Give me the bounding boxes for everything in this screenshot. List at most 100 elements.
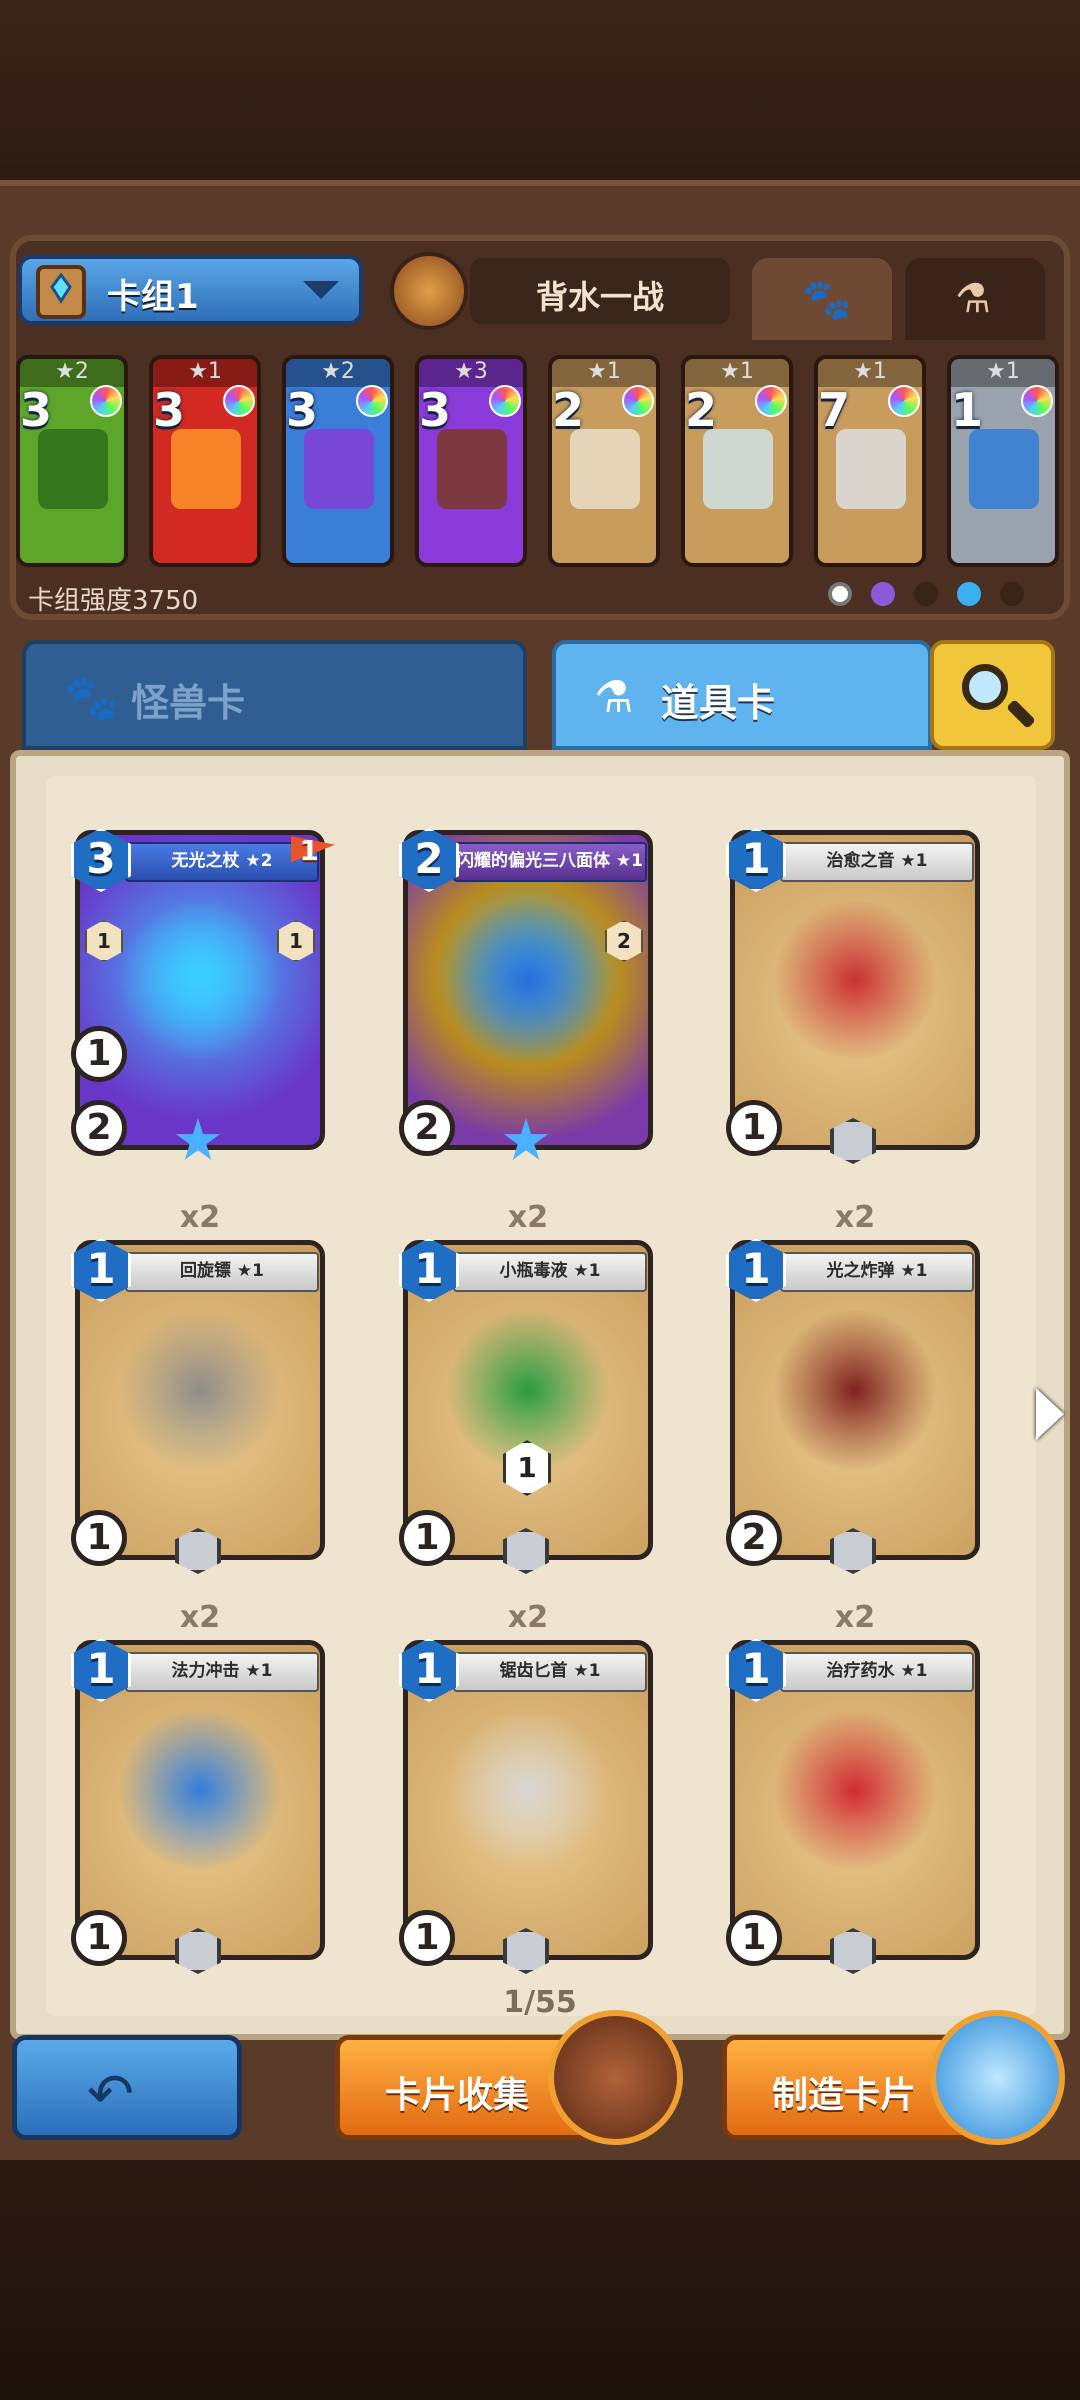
deck-card[interactable]: ★2 3 [16, 355, 128, 567]
card-cost: 2 [414, 834, 444, 883]
tab-monster-filter[interactable]: 🐾 [752, 258, 892, 340]
neutral-element-icon[interactable] [828, 582, 852, 606]
fire-element-icon[interactable] [1000, 582, 1025, 606]
item-card[interactable]: x2 光之炸弹 ★1 1 2 [726, 1200, 980, 1574]
item-card[interactable]: x2 法力冲击 ★1 1 1 [71, 1600, 325, 1974]
card-art [120, 1710, 280, 1870]
deck-card[interactable]: ★1 2 [681, 355, 793, 567]
card-title: 锯齿匕首 ★1 [453, 1652, 647, 1692]
card-cost: 1 [414, 1244, 444, 1293]
deck-card[interactable]: ★1 3 [149, 355, 261, 567]
water-element-icon[interactable] [957, 582, 982, 606]
card-stat: 2 [726, 1510, 782, 1566]
hero-name: 背水一战 [535, 278, 664, 316]
card-art [120, 900, 280, 1060]
rainbow-gem-icon [489, 385, 521, 417]
card-art [437, 429, 507, 509]
item-card[interactable]: x2 回旋镖 ★1 1 1 [71, 1200, 325, 1574]
tab-monster-label: 怪兽卡 [131, 681, 246, 725]
card-art [171, 429, 241, 509]
nature-element-icon[interactable] [914, 582, 939, 606]
flag-count: 1 [299, 834, 319, 867]
card-cost: 3 [86, 834, 116, 883]
item-card[interactable]: 无光之杖 ★2 3 1 2 1 1 1 [71, 828, 335, 1160]
card-art [703, 429, 773, 509]
craft-jar-icon[interactable] [930, 2010, 1065, 2145]
back-arrow-icon: ↶ [87, 2062, 134, 2127]
card-art [969, 429, 1039, 509]
card-title: 治疗药水 ★1 [780, 1652, 974, 1692]
flask-icon: ⚗ [594, 672, 634, 723]
deck-card[interactable]: ★1 7 [814, 355, 926, 567]
card-stat: 1 [399, 1910, 455, 1966]
element-filter-icons [828, 582, 1058, 616]
search-icon [962, 664, 1008, 710]
item-card[interactable]: x2 锯齿匕首 ★1 1 1 [399, 1600, 653, 1974]
card-title: 小瓶毒液 ★1 [453, 1252, 647, 1292]
card-cost: 1 [86, 1244, 116, 1293]
craft-card-label: 制造卡片 [772, 2075, 917, 2116]
flask-icon: ⚗ [955, 276, 991, 322]
card-art [570, 429, 640, 509]
card-art [38, 429, 108, 509]
item-card[interactable]: x2 小瓶毒液 ★1 1 1 1 [399, 1200, 653, 1574]
tab-item-filter[interactable]: ⚗ [905, 258, 1045, 340]
card-stat: 2 [399, 1100, 455, 1156]
card-title: 回旋镖 ★1 [125, 1252, 319, 1292]
card-cost: 1 [741, 834, 771, 883]
card-cost: 1 [741, 1244, 771, 1293]
deck-card[interactable]: ★2 3 [282, 355, 394, 567]
chevron-down-icon [303, 281, 339, 299]
card-stat: 1 [726, 1100, 782, 1156]
card-quantity: x2 [834, 1200, 876, 1235]
deck-card[interactable]: ★3 3 [415, 355, 527, 567]
item-card[interactable]: x2 治疗药水 ★1 1 1 [726, 1600, 980, 1974]
card-art [448, 1710, 608, 1870]
card-quantity: x2 [507, 1200, 549, 1235]
card-book-icon[interactable] [548, 2010, 683, 2145]
next-page-icon[interactable] [1036, 1388, 1064, 1440]
paw-icon: 🐾 [64, 673, 119, 724]
rainbow-gem-icon [755, 385, 787, 417]
card-art [775, 900, 935, 1060]
deck-selector[interactable]: 卡组1 [18, 255, 363, 325]
card-title: 法力冲击 ★1 [125, 1652, 319, 1692]
tab-item-cards[interactable]: ⚗ 道具卡 [552, 640, 932, 750]
card-art [448, 900, 608, 1060]
rainbow-gem-icon [622, 385, 654, 417]
card-collection-label: 卡片收集 [385, 2075, 530, 2116]
card-title: 治愈之音 ★1 [780, 842, 974, 882]
tab-item-label: 道具卡 [661, 681, 776, 725]
item-card[interactable]: 治愈之音 ★1 1 1 [726, 828, 980, 1164]
arcane-element-icon[interactable] [871, 582, 896, 606]
card-art [775, 1310, 935, 1470]
deck-card[interactable]: ★1 2 [548, 355, 660, 567]
deck-card[interactable]: ★1 1 [947, 355, 1059, 567]
hero-avatar[interactable] [390, 252, 468, 330]
card-cost: 1 [741, 1644, 771, 1693]
card-quantity: x2 [834, 1600, 876, 1635]
deck-strength: 卡组强度3750 [28, 586, 199, 616]
hero-bar[interactable]: 背水一战 [470, 258, 730, 324]
card-stat: 1 [726, 1910, 782, 1966]
bottom-background [0, 2160, 1080, 2400]
card-title: 光之炸弹 ★1 [780, 1252, 974, 1292]
back-button[interactable]: ↶ [12, 2035, 242, 2140]
search-button[interactable] [930, 640, 1055, 750]
card-stat: 1 [71, 1910, 127, 1966]
item-card[interactable]: 闪耀的偏光三八面体 ★1 2 2 2 [399, 828, 653, 1160]
paw-icon: 🐾 [802, 277, 852, 323]
card-art [836, 429, 906, 509]
tab-monster-cards[interactable]: 🐾 怪兽卡 [22, 640, 527, 750]
page-indicator: 1/55 [503, 1985, 577, 2020]
card-quantity: x2 [507, 1600, 549, 1635]
rainbow-gem-icon [356, 385, 388, 417]
card-stat-secondary: 1 [71, 1026, 127, 1082]
rainbow-gem-icon [1021, 385, 1053, 417]
rainbow-gem-icon [223, 385, 255, 417]
rainbow-gem-icon [888, 385, 920, 417]
card-quantity: x2 [179, 1200, 221, 1235]
card-stat: 1 [399, 1510, 455, 1566]
rainbow-gem-icon [90, 385, 122, 417]
card-cost: 1 [414, 1644, 444, 1693]
